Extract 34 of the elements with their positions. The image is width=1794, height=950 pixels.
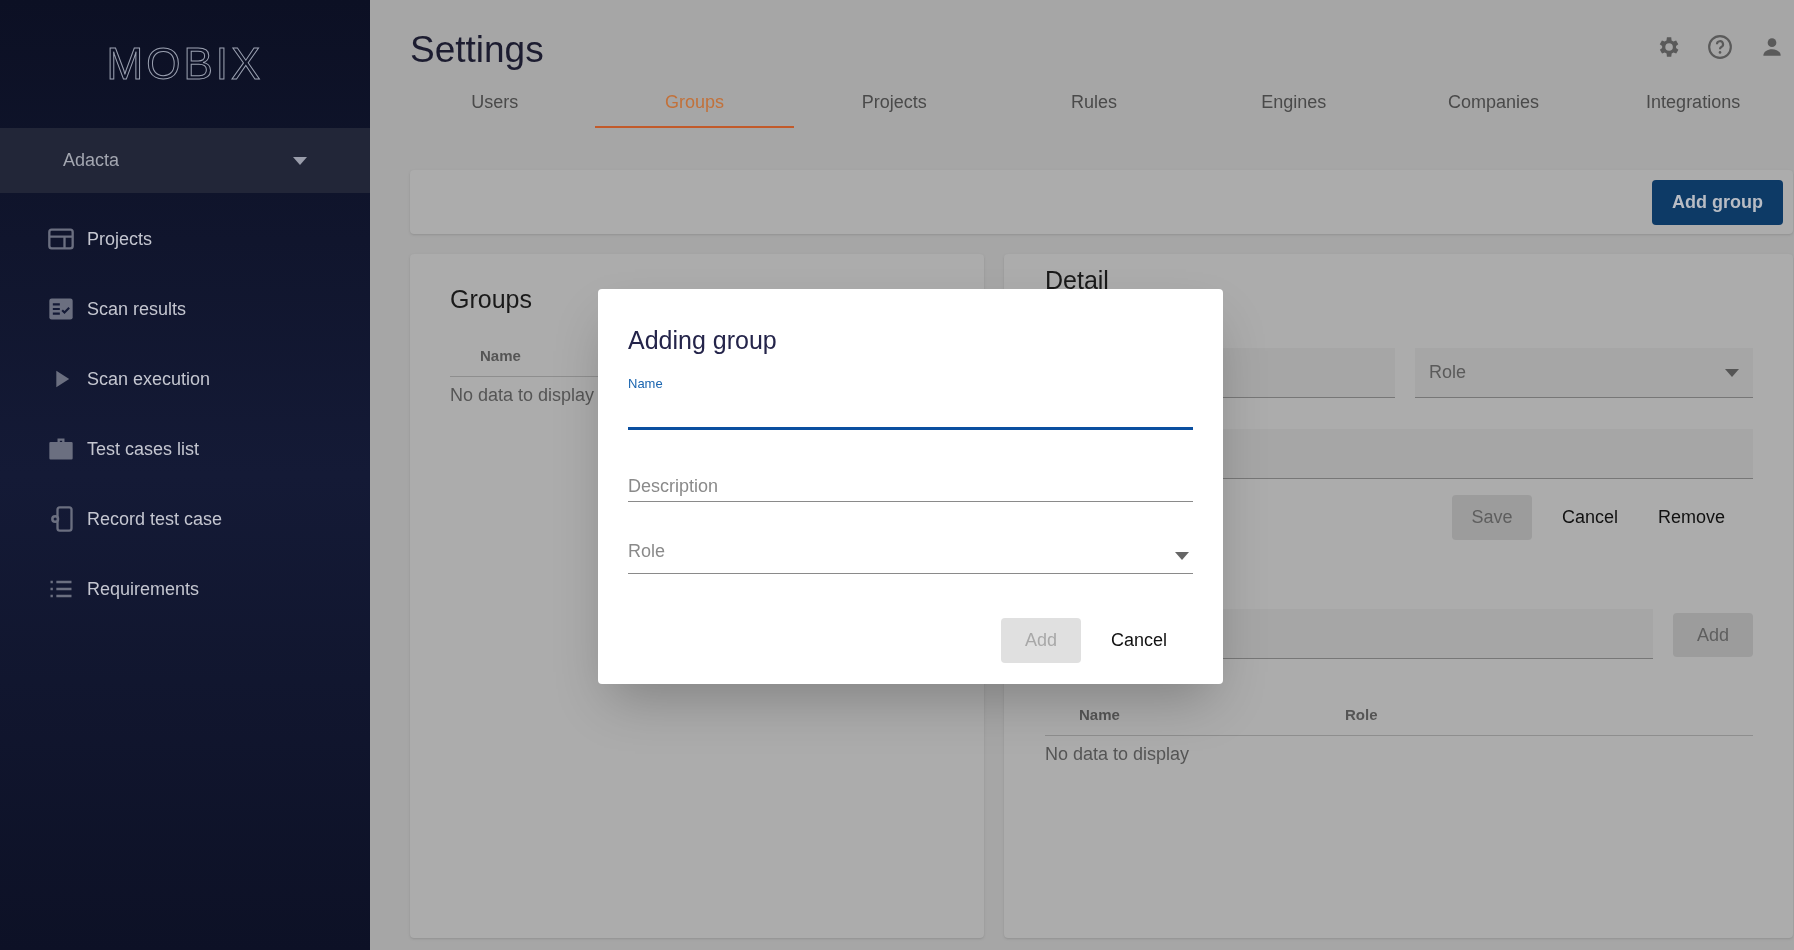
caret-icon: [293, 156, 307, 165]
tab[interactable]: Integrations: [1593, 78, 1793, 128]
company-select[interactable]: Adacta: [0, 128, 370, 193]
empty-message: No data to display: [1045, 743, 1190, 766]
empty-message: No data to display: [450, 384, 595, 407]
add-group-button[interactable]: Add group: [1652, 179, 1783, 225]
sidebar-item[interactable]: Test cases list: [0, 414, 370, 484]
help-icon[interactable]: [1707, 34, 1733, 60]
tab[interactable]: Companies: [1393, 78, 1594, 128]
sidebar-item[interactable]: Projects: [0, 204, 370, 274]
button[interactable]: Cancel: [1100, 618, 1177, 663]
column-header: Role: [1345, 705, 1378, 725]
tab[interactable]: Engines: [1193, 78, 1394, 128]
page-title: Settings: [410, 28, 544, 72]
logo: MOBIX: [106, 38, 264, 90]
caret-icon: [1175, 552, 1189, 560]
sidebar-item[interactable]: Scan execution: [0, 344, 370, 414]
tab[interactable]: Users: [395, 78, 595, 128]
button[interactable]: Remove: [1647, 495, 1735, 540]
sidebar-item[interactable]: Record test case: [0, 484, 370, 554]
button[interactable]: Cancel: [1551, 495, 1628, 540]
description-field[interactable]: Description: [628, 460, 1193, 502]
sidebar-item[interactable]: Requirements: [0, 554, 370, 624]
dialog-title: Adding group: [628, 325, 778, 356]
role-select[interactable]: Role: [628, 532, 1193, 574]
caret-icon: [1725, 368, 1739, 377]
panel-title: Detail: [1045, 265, 1109, 296]
tab[interactable]: Rules: [994, 78, 1194, 128]
sidebar-item[interactable]: Scan results: [0, 274, 370, 344]
name-field[interactable]: Name: [628, 374, 1193, 430]
column-header: Name: [480, 346, 521, 366]
tab[interactable]: Projects: [794, 78, 995, 128]
column-header: Name: [1078, 705, 1121, 725]
panel-title: Groups: [450, 284, 533, 315]
